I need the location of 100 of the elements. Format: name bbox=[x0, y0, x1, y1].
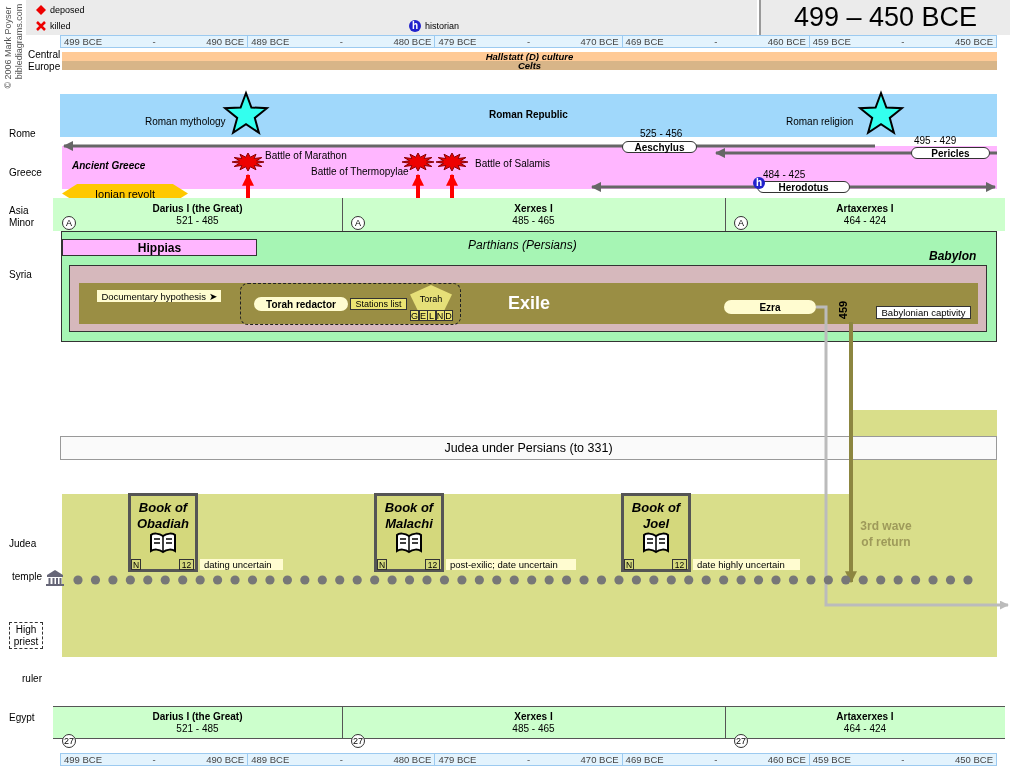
book-tag: 12 bbox=[425, 559, 440, 570]
ezra-label: Ezra bbox=[724, 300, 816, 314]
event-arrow bbox=[242, 173, 254, 198]
period-label: Judea under Persians (to 331) bbox=[60, 436, 997, 460]
book-tag: 12 bbox=[179, 559, 194, 570]
temple-icon bbox=[46, 570, 64, 586]
book-tag: N bbox=[131, 559, 141, 570]
event-arrow bbox=[412, 173, 424, 198]
year-label: 459 bbox=[837, 300, 850, 320]
diamond-icon bbox=[36, 5, 46, 15]
row-label: ruler bbox=[22, 673, 43, 685]
row-label: temple bbox=[12, 571, 43, 583]
reign-dates: 485 - 465 bbox=[512, 215, 555, 227]
copyright-text: © 2006 Mark Poyser bbox=[2, 5, 14, 91]
timescale-label: 479 BCE bbox=[438, 754, 477, 765]
timescale-label: 499 BCE bbox=[64, 754, 103, 765]
civilization-name: Ancient Greece bbox=[72, 160, 146, 171]
timescale-label: 480 BCE bbox=[393, 36, 432, 47]
book-tag: N bbox=[624, 559, 634, 570]
timescale-label: 489 BCE bbox=[251, 36, 290, 47]
row-label: Greece bbox=[9, 167, 43, 179]
timescale-label: - bbox=[901, 754, 905, 765]
explosion-icon bbox=[231, 152, 265, 172]
battle-label: Battle of Thermopylae bbox=[311, 166, 409, 177]
person-label: Aeschylus bbox=[622, 141, 697, 153]
rome-note: Roman mythology bbox=[145, 116, 226, 127]
book-tag: 12 bbox=[672, 559, 687, 570]
timescale-label: 490 BCE bbox=[206, 36, 245, 47]
timescale-label: 459 BCE bbox=[812, 36, 851, 47]
lifespan-dates: 495 - 429 bbox=[914, 135, 957, 146]
open-book-icon bbox=[642, 532, 670, 554]
row-label: Egypt bbox=[9, 712, 36, 724]
reference-badge: 27 bbox=[62, 734, 76, 748]
row-label: Judea bbox=[9, 538, 38, 550]
timescale-label: - bbox=[526, 36, 531, 47]
dating-note: post-exilic; date uncertain bbox=[446, 559, 576, 570]
timescale-label: 470 BCE bbox=[580, 754, 619, 765]
battle-label: Battle of Marathon bbox=[265, 150, 347, 161]
ruler-name: Darius I (the Great) bbox=[152, 711, 243, 723]
timescale-label: 450 BCE bbox=[955, 36, 993, 47]
place-name: Babylon bbox=[929, 249, 977, 263]
legend-label: historian bbox=[425, 21, 460, 31]
person-label: Pericles bbox=[911, 147, 990, 159]
timescale-label: - bbox=[152, 36, 156, 47]
timescale-label: - bbox=[714, 36, 718, 47]
timescale-label: 479 BCE bbox=[438, 36, 477, 47]
cross-icon bbox=[36, 21, 46, 31]
timescale-label: - bbox=[901, 36, 905, 47]
rome-note: Roman religion bbox=[786, 116, 854, 127]
open-book-icon bbox=[149, 532, 177, 554]
row-label: Rome bbox=[9, 128, 37, 140]
legend-label: killed bbox=[50, 21, 71, 31]
timescale-label: 460 BCE bbox=[767, 754, 806, 765]
ruler-name: Artaxerxes I bbox=[836, 203, 894, 215]
reference-badge: 27 bbox=[734, 734, 748, 748]
state-name: Roman Republic bbox=[489, 109, 568, 120]
timescale-label: 460 BCE bbox=[767, 36, 806, 47]
timescale-label: 469 BCE bbox=[625, 754, 664, 765]
reign-dates: 464 - 424 bbox=[843, 723, 887, 735]
ruler-name: Xerxes I bbox=[514, 711, 553, 723]
exile-label: Exile bbox=[508, 293, 551, 314]
people-bar: Celts bbox=[62, 61, 997, 70]
return-label: 3rd wave of return bbox=[859, 518, 913, 550]
ruler-name: Darius I (the Great) bbox=[152, 203, 243, 215]
open-book-icon bbox=[395, 532, 423, 554]
dating-note: dating uncertain bbox=[200, 559, 283, 570]
timescale-label: - bbox=[339, 36, 343, 47]
event-arrow bbox=[446, 173, 458, 198]
reign-dates: 521 - 485 bbox=[176, 215, 219, 227]
stations-label: Stations list bbox=[350, 298, 407, 310]
timescale-label: 450 BCE bbox=[955, 754, 993, 765]
timescale-label: 490 BCE bbox=[206, 754, 245, 765]
reign-dates: 521 - 485 bbox=[176, 723, 219, 735]
reign-dates: 464 - 424 bbox=[843, 215, 887, 227]
star-icon bbox=[857, 90, 905, 136]
timescale-label: 480 BCE bbox=[393, 754, 432, 765]
timescale-label: - bbox=[152, 754, 156, 765]
empire-name: Parthians (Persians) bbox=[468, 238, 577, 252]
legend-label: deposed bbox=[50, 5, 85, 15]
source-letter: D bbox=[444, 310, 453, 321]
row-label: High priest bbox=[9, 622, 43, 649]
timescale-label: - bbox=[339, 754, 343, 765]
explosion-icon bbox=[435, 152, 469, 172]
timescale-label: 470 BCE bbox=[580, 36, 619, 47]
timescale-label: - bbox=[526, 754, 531, 765]
battle-label: Battle of Salamis bbox=[475, 158, 551, 169]
lifespan-dates: 484 - 425 bbox=[763, 169, 806, 180]
row-label: Asia Minor bbox=[9, 205, 35, 229]
captivity-label: Babylonian captivity bbox=[876, 306, 971, 319]
timescale-label: 469 BCE bbox=[625, 36, 664, 47]
ruler-name: Artaxerxes I bbox=[836, 711, 894, 723]
timescale-label: 499 BCE bbox=[64, 36, 103, 47]
row-label: Central Europe bbox=[28, 49, 62, 73]
lifespan-dates: 525 - 456 bbox=[640, 128, 683, 139]
row-label: Syria bbox=[9, 269, 33, 281]
ruler-name: Xerxes I bbox=[514, 203, 553, 215]
reign-dates: 485 - 465 bbox=[512, 723, 555, 735]
reference-badge: 27 bbox=[351, 734, 365, 748]
hippias-bar: Hippias bbox=[62, 239, 257, 256]
timescale-label: 489 BCE bbox=[251, 754, 290, 765]
